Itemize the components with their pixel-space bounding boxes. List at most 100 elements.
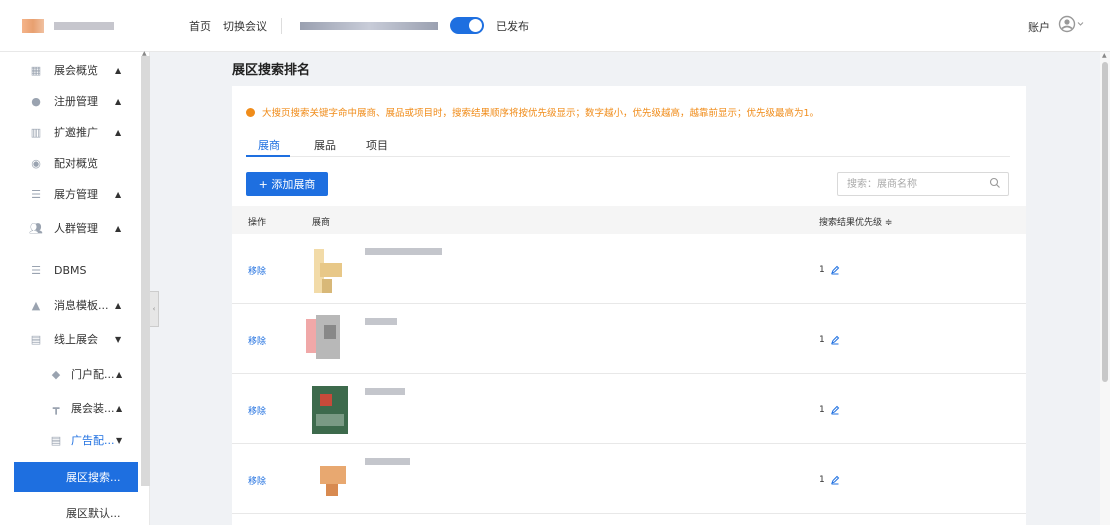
- tab-exhibits[interactable]: 展品: [314, 137, 336, 153]
- page-scroll-up-arrow[interactable]: ▲: [1102, 52, 1107, 59]
- table-row: 移除 1: [232, 444, 1026, 514]
- publish-status-label: 已发布: [496, 19, 529, 33]
- edit-pencil-icon[interactable]: [830, 475, 840, 485]
- logo-text-blurred: [54, 21, 114, 30]
- sidebar-item-zone-default[interactable]: 展区默认...: [0, 495, 138, 525]
- content-card: 大搜页搜索关键字命中展商、展品或项目时，搜索结果顺序将按优先级显示；数字越小，优…: [232, 86, 1026, 525]
- sidebar-item-portal-config[interactable]: ◆ 门户配... ▲: [0, 356, 138, 392]
- sidebar-item-label: 展会概览: [54, 64, 98, 77]
- sidebar-collapse-handle[interactable]: ‹: [150, 291, 159, 327]
- logo-image: [22, 18, 44, 33]
- priority-cell: 1: [819, 265, 840, 275]
- list-icon: ☰: [31, 187, 41, 201]
- notice-banner: 大搜页搜索关键字命中展商、展品或项目时，搜索结果顺序将按优先级显示；数字越小，优…: [246, 105, 819, 119]
- priority-value: 1: [819, 475, 825, 485]
- edit-pencil-icon[interactable]: [830, 405, 840, 415]
- exhibitor-logo: [302, 241, 362, 301]
- chevron-up-icon: ▲: [115, 127, 122, 137]
- sidebar-item-label: 门户配...: [71, 368, 115, 381]
- sidebar-item-label: 注册管理: [54, 95, 98, 108]
- chevron-up-icon: ▲: [115, 300, 122, 310]
- grid-icon: ▦: [30, 63, 42, 77]
- sidebar-scrollbar[interactable]: [141, 56, 150, 486]
- bell-icon: ▲: [31, 298, 41, 312]
- chart-icon: ▥: [30, 125, 42, 139]
- tab-exhibitors[interactable]: 展商: [258, 137, 280, 153]
- sidebar: ▦ 展会概览 ▲ ● 注册管理 ▲ ▥ 扩邀推广 ▲ ◉ 配对概览 ☰ 展方管理…: [0, 52, 150, 525]
- chevron-down-icon: ▼: [115, 334, 122, 344]
- tab-active-indicator: [246, 155, 290, 157]
- nav-divider: [281, 17, 282, 34]
- exhibitor-name-blurred: [365, 458, 410, 465]
- sidebar-item-message-template[interactable]: ▲ 消息模板... ▲: [0, 287, 138, 323]
- sidebar-item-label: 展会装...: [71, 402, 115, 415]
- edit-pencil-icon[interactable]: [830, 335, 840, 345]
- event-name-blurred: [300, 21, 438, 30]
- edit-pencil-icon[interactable]: [830, 265, 840, 275]
- circle-icon: ◉: [31, 156, 41, 170]
- exhibitor-name-blurred: [365, 318, 397, 325]
- exhibitor-name-blurred: [365, 388, 405, 395]
- tag-icon: ◆: [51, 367, 61, 381]
- app-logo[interactable]: [22, 18, 162, 33]
- sidebar-item-expo-decoration[interactable]: ┳ 展会装... ▲: [0, 390, 138, 426]
- nav-switch-meeting-link[interactable]: 切换会议: [223, 18, 267, 34]
- user-avatar-dropdown[interactable]: [1058, 14, 1086, 34]
- monitor-icon: ▤: [30, 332, 42, 346]
- column-header-priority[interactable]: 搜索结果优先级 ≑: [819, 215, 892, 228]
- search-icon[interactable]: [989, 177, 1001, 189]
- chevron-up-icon: ▲: [116, 369, 123, 379]
- warning-icon: [246, 107, 255, 117]
- column-header-action: 操作: [248, 218, 267, 228]
- remove-link[interactable]: 移除: [248, 264, 266, 277]
- group-icon: 👥︎: [29, 221, 43, 235]
- database-icon: ☰: [31, 263, 41, 277]
- chevron-up-icon: ▲: [115, 65, 122, 75]
- table-row: 移除 1: [232, 304, 1026, 374]
- sidebar-item-exhibitor-management[interactable]: ☰ 展方管理 ▲: [0, 176, 138, 212]
- publish-toggle[interactable]: [450, 17, 484, 34]
- sidebar-item-label: 扩邀推广: [54, 126, 98, 139]
- nav-home-link[interactable]: 首页: [189, 18, 211, 34]
- sidebar-item-label: 展区搜索...: [66, 471, 121, 484]
- sidebar-item-label: 配对概览: [54, 157, 98, 170]
- priority-value: 1: [819, 335, 825, 345]
- exhibitor-name-blurred: [365, 248, 442, 255]
- monitor-icon: ▤: [50, 433, 62, 447]
- sidebar-item-ad-config[interactable]: ▤ 广告配... ▼: [0, 422, 138, 458]
- sidebar-item-label: 消息模板...: [54, 299, 109, 312]
- sidebar-item-dbms[interactable]: ☰ DBMS: [0, 252, 138, 288]
- exhibitor-logo: [302, 380, 362, 440]
- priority-cell: 1: [819, 405, 840, 415]
- sidebar-item-zone-search[interactable]: 展区搜索...: [14, 462, 138, 492]
- user-circle-icon: [1058, 15, 1084, 33]
- sidebar-item-label: 人群管理: [54, 222, 98, 235]
- priority-value: 1: [819, 405, 825, 415]
- remove-link[interactable]: 移除: [248, 404, 266, 417]
- chevron-up-icon: ▲: [115, 189, 122, 199]
- sidebar-item-label: DBMS: [54, 263, 87, 277]
- sidebar-item-audience-management[interactable]: 👥︎ 人群管理 ▲: [0, 210, 138, 246]
- sidebar-item-online-expo[interactable]: ▤ 线上展会 ▼: [0, 321, 138, 357]
- table-row: 移除 1: [232, 234, 1026, 304]
- remove-link[interactable]: 移除: [248, 474, 266, 487]
- top-bar: 首页 切换会议 已发布: [0, 0, 1110, 52]
- tab-projects[interactable]: 项目: [366, 137, 388, 153]
- search-input[interactable]: [847, 173, 987, 195]
- priority-cell: 1: [819, 475, 840, 485]
- priority-cell: 1: [819, 335, 840, 345]
- add-exhibitor-button[interactable]: + 添加展商: [246, 172, 328, 196]
- brush-icon: ┳: [52, 401, 60, 415]
- sidebar-item-label: 展方管理: [54, 188, 98, 201]
- notice-text: 大搜页搜索关键字命中展商、展品或项目时，搜索结果顺序将按优先级显示；数字越小，优…: [262, 108, 820, 119]
- column-header-exhibitor: 展商: [312, 218, 331, 228]
- table-row: 移除 1: [232, 374, 1026, 444]
- exhibitor-search[interactable]: [837, 172, 1009, 196]
- remove-link[interactable]: 移除: [248, 334, 266, 347]
- page-scrollbar-thumb[interactable]: [1102, 62, 1108, 382]
- chevron-up-icon: ▲: [115, 223, 122, 233]
- exhibitor-logo: [302, 452, 362, 512]
- account-link[interactable]: 账户: [1028, 19, 1050, 35]
- priority-value: 1: [819, 265, 825, 275]
- chevron-up-icon: ▲: [115, 96, 122, 106]
